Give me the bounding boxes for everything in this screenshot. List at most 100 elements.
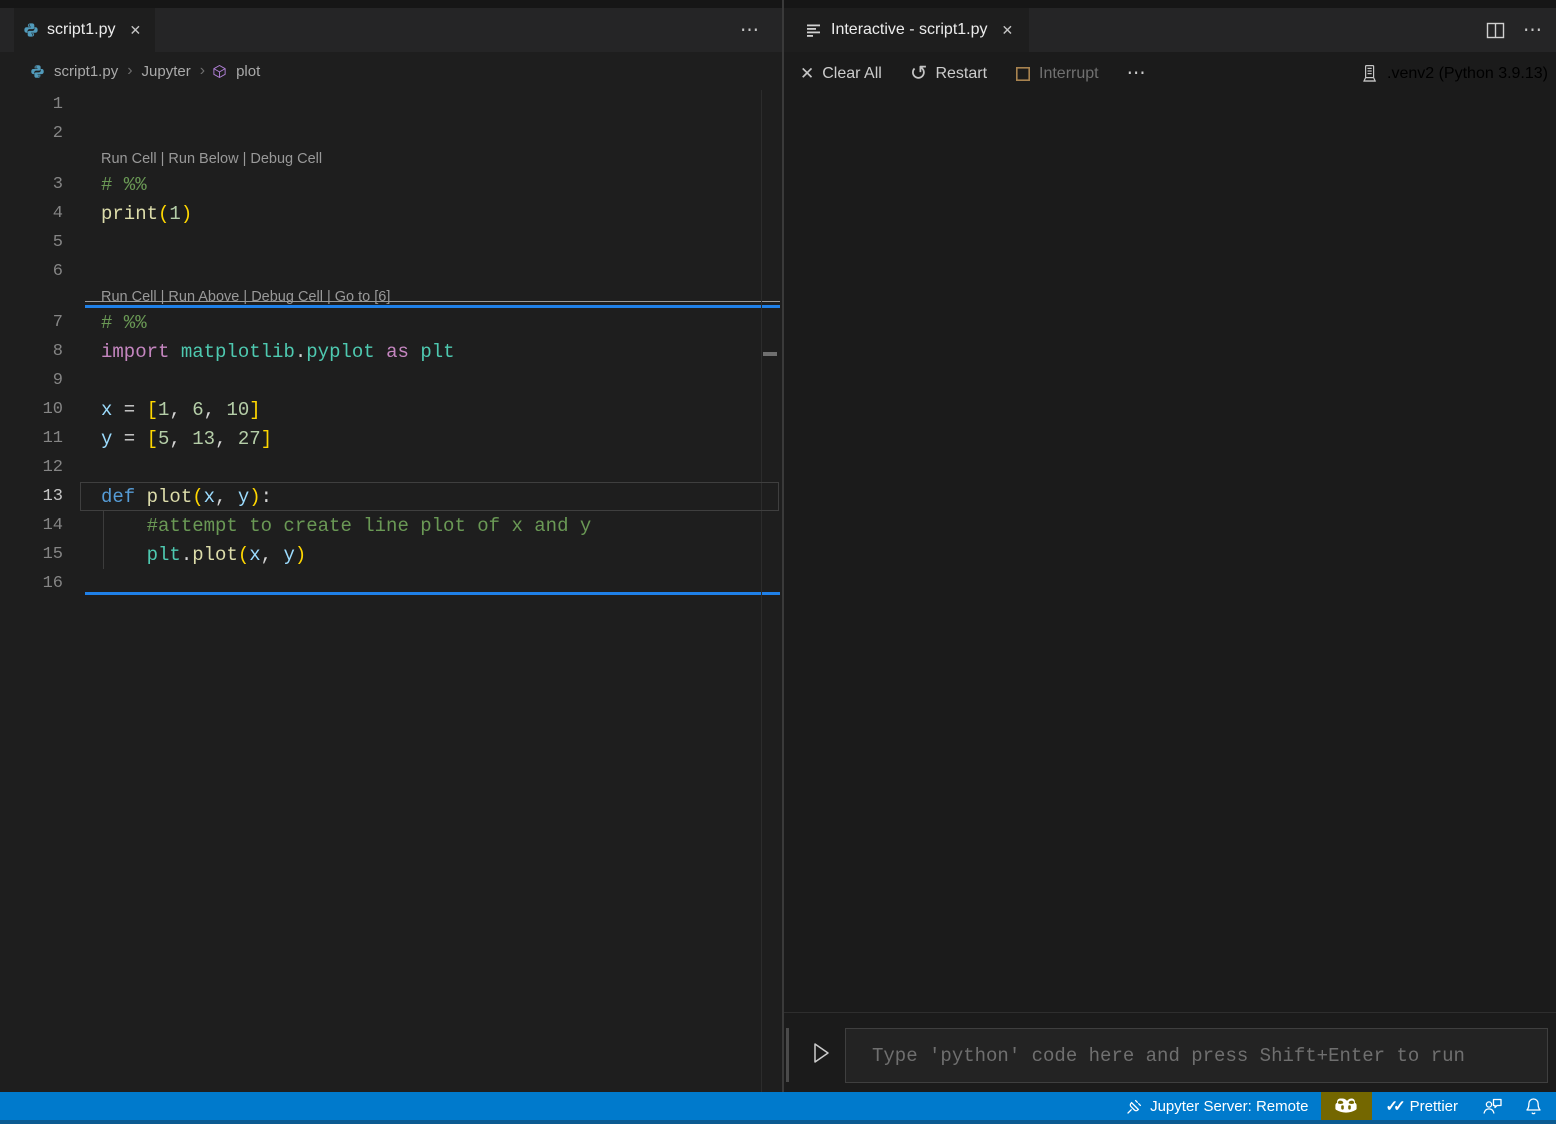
split-editor-icon[interactable] <box>1486 8 1505 52</box>
code-text: #attempt to create line plot of x and y <box>101 515 591 537</box>
symbol-cube-icon <box>212 64 227 79</box>
right-tab-bar: Interactive - script1.py ✕ ⋯ <box>784 8 1556 52</box>
code-text: # %% <box>101 312 147 334</box>
close-icon[interactable]: ✕ <box>1002 22 1014 39</box>
line-number: 3 <box>0 175 63 194</box>
jupyter-server-status[interactable]: Jupyter Server: Remote <box>1126 1092 1308 1120</box>
line-number: 8 <box>0 342 63 361</box>
line-number: 7 <box>0 313 63 332</box>
prettier-status[interactable]: ✓✓ Prettier <box>1386 1092 1459 1120</box>
interactive-history-area[interactable] <box>784 95 1556 1012</box>
code-line[interactable]: 15 plt.plot(x, y) <box>0 540 782 569</box>
code-line[interactable]: 12 <box>0 453 782 482</box>
copilot-icon <box>1334 1096 1358 1116</box>
interactive-input-zone: Type 'python' code here and press Shift+… <box>784 1013 1556 1092</box>
codelens-row: Run Cell | Run Above | Debug Cell | Go t… <box>0 286 782 308</box>
play-outline-icon[interactable] <box>808 1039 834 1072</box>
line-number: 11 <box>0 429 63 448</box>
tab-interactive-window[interactable]: Interactive - script1.py ✕ <box>784 8 1029 52</box>
interactive-toolbar: ✕ Clear All ↺ Restart Interrupt ⋯ <box>784 52 1556 95</box>
prettier-label: Prettier <box>1410 1098 1458 1115</box>
code-line[interactable]: 13 def plot(x, y): <box>0 482 782 511</box>
python-icon <box>30 64 45 79</box>
code-input[interactable]: Type 'python' code here and press Shift+… <box>845 1028 1548 1083</box>
code-line[interactable]: 14 #attempt to create line plot of x and… <box>0 511 782 540</box>
python-icon <box>23 22 39 38</box>
plug-icon <box>1126 1098 1143 1115</box>
interrupt-button[interactable]: Interrupt <box>1015 65 1099 83</box>
line-number: 15 <box>0 545 63 564</box>
feedback-icon[interactable] <box>1482 1092 1503 1120</box>
code-line[interactable]: 8 import matplotlib.pyplot as plt <box>0 337 782 366</box>
window-bottom-edge <box>0 1120 1556 1124</box>
code-text: def plot(x, y): <box>101 486 272 508</box>
restart-button[interactable]: ↺ Restart <box>910 65 987 83</box>
line-number: 9 <box>0 371 63 390</box>
close-icon: ✕ <box>800 64 814 84</box>
editor[interactable]: 12Run Cell | Run Below | Debug Cell3# %%… <box>0 90 782 1092</box>
server-environment-icon <box>1361 64 1378 83</box>
breadcrumb-separator: › <box>127 62 132 80</box>
code-text: import matplotlib.pyplot as plt <box>101 341 455 363</box>
breadcrumb-file[interactable]: script1.py <box>54 63 118 80</box>
code-line[interactable]: 9 <box>0 366 782 395</box>
code-line[interactable]: 5 <box>0 228 782 257</box>
interactive-window-icon <box>806 23 823 38</box>
line-number: 1 <box>0 95 63 114</box>
codelens-links[interactable]: Run Cell | Run Below | Debug Cell <box>101 151 322 170</box>
more-actions-icon[interactable]: ⋯ <box>1523 8 1543 52</box>
close-icon[interactable]: ✕ <box>129 22 141 39</box>
line-number: 5 <box>0 233 63 252</box>
jupyter-server-label: Jupyter Server: Remote <box>1150 1098 1308 1115</box>
code-text: # %% <box>101 174 147 196</box>
restart-arrow-icon: ↺ <box>910 66 928 82</box>
bell-icon[interactable] <box>1525 1092 1542 1120</box>
line-number: 13 <box>0 487 63 506</box>
code-line[interactable]: 11 y = [5, 13, 27] <box>0 424 782 453</box>
more-actions-icon[interactable]: ⋯ <box>740 8 760 52</box>
scrollbar-thumb[interactable] <box>786 1028 789 1082</box>
copilot-status-badge[interactable] <box>1321 1092 1372 1120</box>
code-line[interactable]: 2 <box>0 119 782 148</box>
line-number: 6 <box>0 262 63 281</box>
line-number: 2 <box>0 124 63 143</box>
codelens-underline <box>85 301 780 302</box>
overview-cursor-marker <box>763 352 777 356</box>
code-line[interactable]: 3 # %% <box>0 170 782 199</box>
code-line[interactable]: 16 <box>0 569 782 598</box>
code-area: 12Run Cell | Run Below | Debug Cell3# %%… <box>0 90 782 598</box>
code-line[interactable]: 6 <box>0 257 782 286</box>
breadcrumb-namespace[interactable]: Jupyter <box>142 63 191 80</box>
tab-label: script1.py <box>47 21 115 39</box>
code-line[interactable]: 10 x = [1, 6, 10] <box>0 395 782 424</box>
line-number: 4 <box>0 204 63 223</box>
tab-script1-py[interactable]: script1.py ✕ <box>14 8 155 52</box>
more-actions-icon[interactable]: ⋯ <box>1127 62 1147 85</box>
left-tab-bar: script1.py ✕ ⋯ <box>0 8 782 52</box>
line-number: 14 <box>0 516 63 535</box>
kernel-selector[interactable]: .venv2 (Python 3.9.13) <box>1361 64 1548 83</box>
code-text: plt.plot(x, y) <box>101 544 306 566</box>
line-number: 12 <box>0 458 63 477</box>
clear-all-button[interactable]: ✕ Clear All <box>800 64 882 84</box>
code-text: y = [5, 13, 27] <box>101 428 272 450</box>
vscode-window: script1.py ✕ ⋯ script1.py › Jupyter › pl… <box>0 0 1556 1124</box>
breadcrumb-symbol[interactable]: plot <box>236 63 260 80</box>
breadcrumb-separator: › <box>200 62 205 80</box>
line-number: 16 <box>0 574 63 593</box>
code-line[interactable]: 4 print(1) <box>0 199 782 228</box>
status-bar: Jupyter Server: Remote ✓✓ Prettier <box>0 1092 1556 1120</box>
code-text: x = [1, 6, 10] <box>101 399 261 421</box>
input-placeholder: Type 'python' code here and press Shift+… <box>872 1045 1465 1067</box>
cell-bottom-border <box>85 592 780 595</box>
code-line[interactable]: 7 # %% <box>0 308 782 337</box>
double-check-icon: ✓✓ <box>1386 1097 1401 1115</box>
code-line[interactable]: 1 <box>0 90 782 119</box>
codelens-row: Run Cell | Run Below | Debug Cell <box>0 148 782 170</box>
code-text: print(1) <box>101 203 192 225</box>
kernel-label: .venv2 (Python 3.9.13) <box>1387 65 1548 83</box>
breadcrumb: script1.py › Jupyter › plot <box>0 52 782 90</box>
window-top-strip <box>0 0 1556 8</box>
tab-label: Interactive - script1.py <box>831 21 988 39</box>
line-number: 10 <box>0 400 63 419</box>
